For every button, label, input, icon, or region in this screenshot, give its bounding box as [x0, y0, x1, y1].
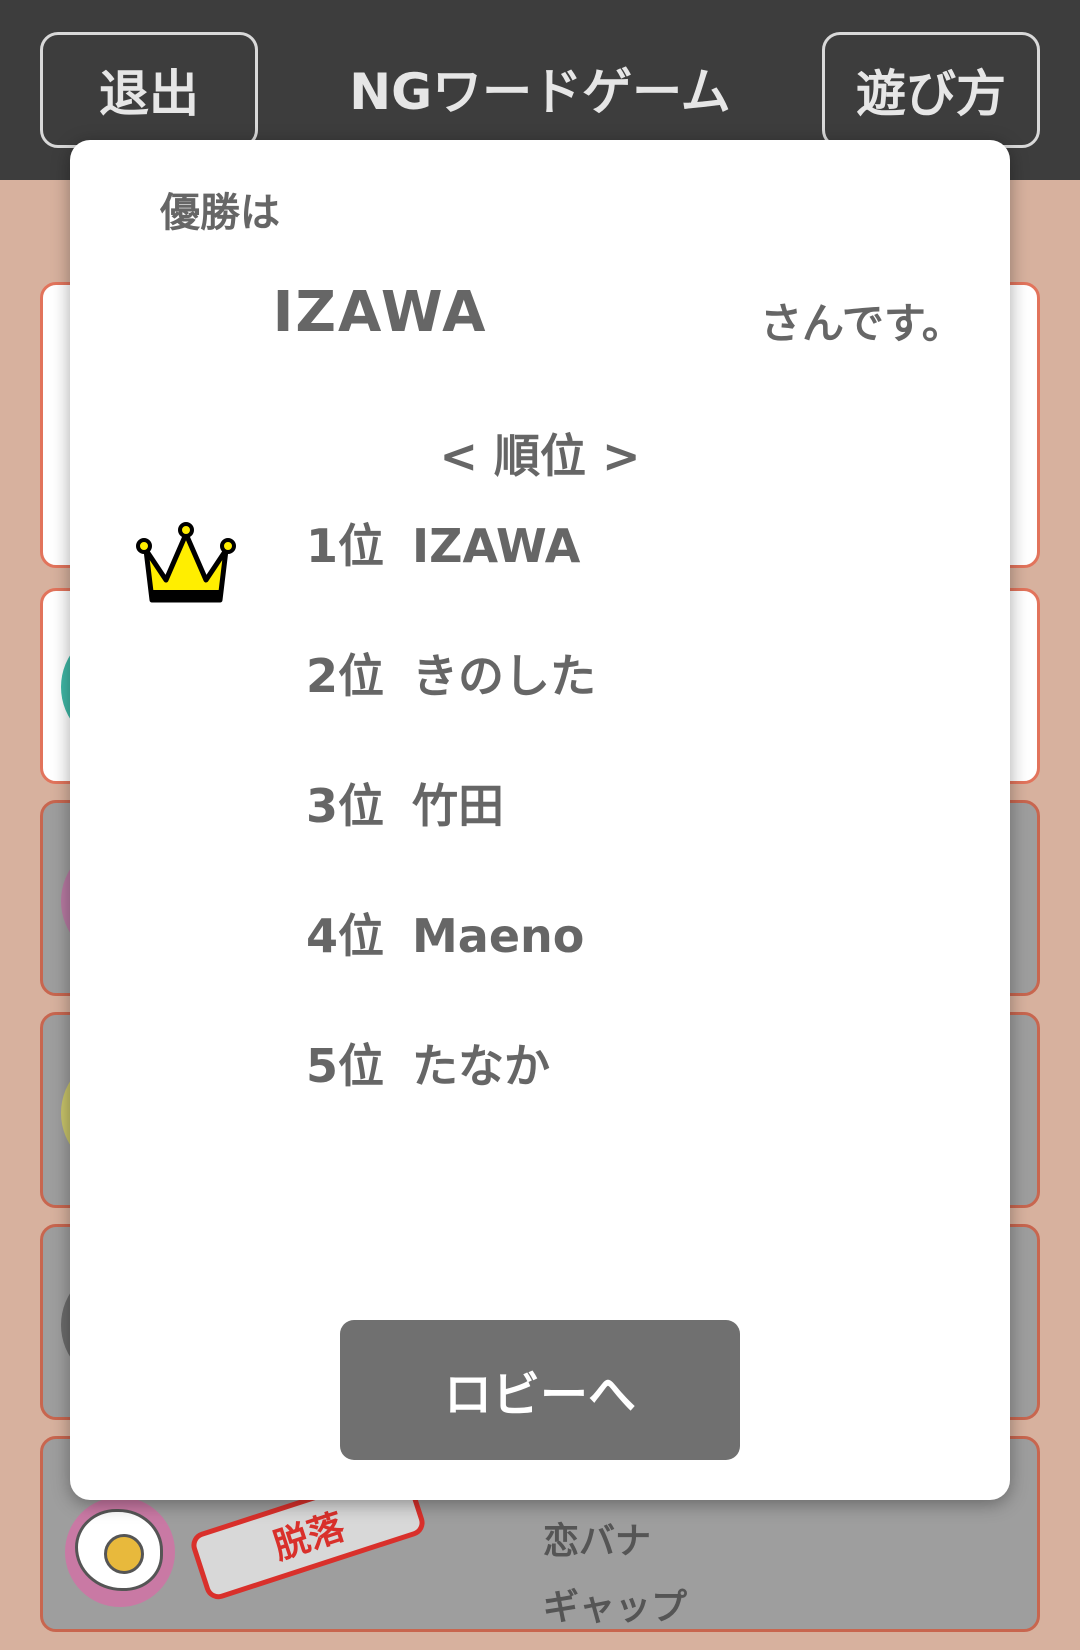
rank-player-name: IZAWA: [412, 519, 581, 573]
rank-position: 5位: [306, 1039, 385, 1093]
rank-position: 3位: [306, 779, 385, 833]
rank-item: 2位 きのした: [306, 640, 596, 706]
rank-player-name: きのした: [412, 649, 597, 703]
rank-item: 1位 IZAWA: [306, 510, 580, 576]
winner-label: 優勝は: [160, 190, 280, 236]
rank-player-name: Maeno: [412, 909, 585, 963]
result-modal: 優勝は IZAWA さんです。 < 順位 > 1位 IZAWA 2位 きのした 3位…: [70, 140, 1010, 1500]
topic-item: ギャップ: [543, 1587, 688, 1628]
crown-icon: [136, 522, 236, 603]
winner-suffix: さんです。: [760, 299, 964, 348]
ranking-heading: < 順位 >: [439, 429, 641, 483]
back-to-lobby-button[interactable]: ロビーへ: [340, 1320, 740, 1460]
rank-item: 3位 竹田: [306, 770, 504, 836]
rank-player-name: たなか: [412, 1039, 551, 1093]
rank-position: 4位: [306, 909, 385, 963]
fried-egg-avatar-icon: [65, 1497, 175, 1607]
rank-player-name: 竹田: [412, 779, 505, 833]
rank-position: 2位: [306, 649, 385, 703]
page-title: NGワードゲーム: [349, 63, 731, 121]
winner-name: IZAWA: [272, 280, 488, 345]
rank-item: 4位 Maeno: [306, 900, 584, 966]
rank-item: 5位 たなか: [306, 1030, 550, 1096]
rank-position: 1位: [306, 519, 385, 573]
exit-button[interactable]: 退出: [40, 32, 258, 148]
topic-item: 恋バナ: [543, 1521, 652, 1562]
how-to-play-button[interactable]: 遊び方: [822, 32, 1040, 148]
